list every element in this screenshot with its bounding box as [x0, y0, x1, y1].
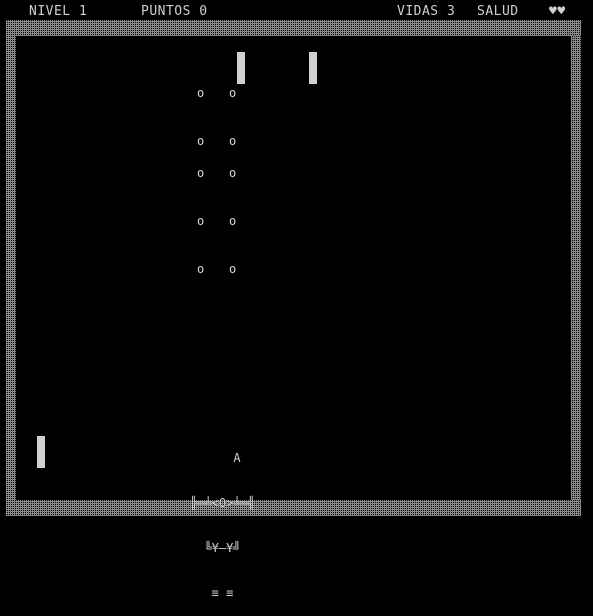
ship-line: ≡ ≡ — [190, 586, 234, 600]
enemy-bar — [237, 52, 245, 84]
player-ship: A ╠═╧<O>╧═╣ ╚¥—¥╝ ≡ ≡ — [190, 421, 255, 616]
player-bar — [37, 436, 45, 468]
projectile: o — [229, 134, 237, 148]
projectile: o — [229, 86, 237, 100]
border-left — [6, 36, 16, 500]
level-indicator: NIVEL 1 — [29, 4, 88, 19]
projectile: o — [229, 214, 237, 228]
health-label: SALUD — [477, 4, 519, 19]
ship-line: A — [190, 451, 241, 465]
projectile: o — [197, 166, 205, 180]
border-bottom — [6, 500, 581, 516]
border-top — [6, 20, 581, 36]
health-hearts: ♥♥ — [549, 4, 566, 19]
border-right — [571, 36, 581, 500]
ship-line: ╠═╧<O>╧═╣ — [190, 496, 256, 510]
projectile: o — [197, 262, 205, 276]
enemy-bar — [309, 52, 317, 84]
projectile: o — [229, 166, 237, 180]
lives-indicator: VIDAS 3 — [397, 4, 456, 19]
projectile: o — [197, 214, 205, 228]
projectile: o — [197, 86, 205, 100]
projectile: o — [229, 262, 237, 276]
game-playfield — [16, 36, 571, 500]
projectile: o — [197, 134, 205, 148]
score-indicator: PUNTOS 0 — [141, 4, 208, 19]
ship-line: ╚¥—¥╝ — [190, 541, 241, 555]
